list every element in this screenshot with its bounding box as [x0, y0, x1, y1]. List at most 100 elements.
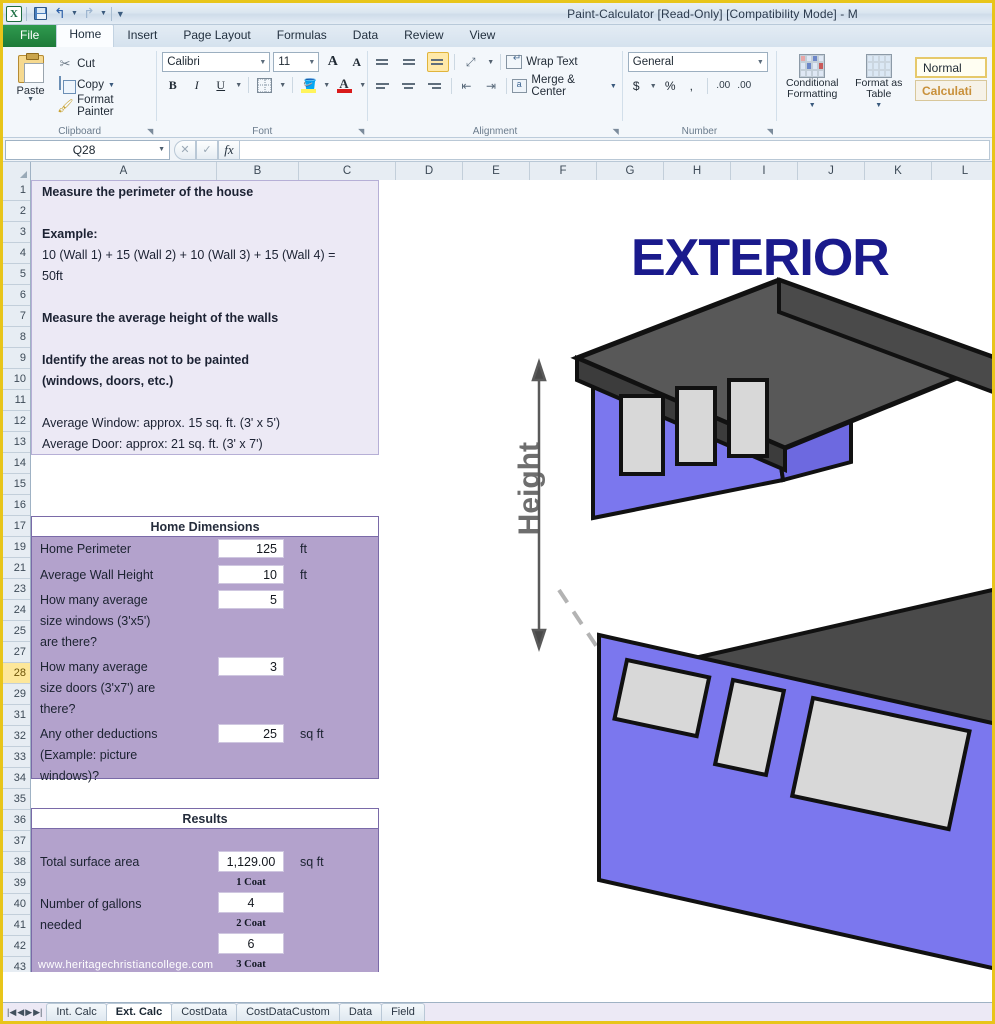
tab-home[interactable]: Home [56, 24, 115, 47]
borders-button[interactable] [254, 75, 275, 95]
row-header-12[interactable]: 12 [3, 411, 30, 432]
sheet-tab-int-calc[interactable]: Int. Calc [46, 1003, 107, 1021]
fill-color-button[interactable]: 🪣 [298, 75, 319, 95]
tab-review[interactable]: Review [391, 25, 456, 47]
first-sheet-icon[interactable]: |◀ [7, 1007, 16, 1018]
row-header-29[interactable]: 29 [3, 684, 30, 705]
orientation-button[interactable]: ⤢ [460, 52, 481, 72]
chevron-down-icon[interactable]: ▼ [234, 82, 243, 89]
chevron-down-icon[interactable]: ▼ [304, 59, 315, 66]
select-all-button[interactable] [3, 162, 31, 180]
row-header-19[interactable]: 19 [3, 537, 30, 558]
row-header-34[interactable]: 34 [3, 768, 30, 789]
sheet-tab-data[interactable]: Data [338, 1003, 383, 1021]
chevron-down-icon[interactable]: ▼ [322, 82, 331, 89]
row-header-10[interactable]: 10 [3, 369, 30, 390]
row-header-36[interactable]: 36 [3, 810, 30, 831]
column-header-d[interactable]: D [396, 162, 463, 180]
row-header-1[interactable]: 1 [3, 180, 30, 201]
underline-button[interactable]: U [210, 75, 231, 95]
other-deductions-input[interactable]: 25 [218, 724, 284, 743]
format-as-table-button[interactable]: Format as Table ▼ [849, 54, 910, 111]
column-header-h[interactable]: H [664, 162, 731, 180]
comma-style-button[interactable]: , [683, 76, 700, 96]
align-right-button[interactable] [425, 76, 446, 96]
number-dialog-launcher-icon[interactable]: ◥ [767, 127, 773, 136]
wall-height-input[interactable]: 10 [218, 565, 284, 584]
italic-button[interactable]: I [186, 75, 207, 95]
increase-indent-button[interactable]: ⇥ [481, 76, 501, 96]
decrease-indent-button[interactable]: ⇤ [457, 76, 477, 96]
doors-count-input[interactable]: 3 [218, 657, 284, 676]
copy-button[interactable]: Copy ▼ [57, 75, 151, 95]
tab-data[interactable]: Data [340, 25, 391, 47]
tab-formulas[interactable]: Formulas [264, 25, 340, 47]
alignment-dialog-launcher-icon[interactable]: ◥ [613, 127, 619, 136]
conditional-formatting-button[interactable]: Conditional Formatting ▼ [782, 54, 843, 111]
insert-function-icon[interactable]: fx [218, 139, 240, 160]
align-top-button[interactable] [373, 52, 395, 72]
decrease-decimal-button[interactable]: .00 [736, 76, 753, 96]
row-header-16[interactable]: 16 [3, 495, 30, 516]
cut-button[interactable]: ✂ Cut [57, 54, 151, 74]
sheet-tab-ext-calc[interactable]: Ext. Calc [105, 1003, 173, 1021]
grow-font-button[interactable]: A [322, 52, 343, 72]
column-header-k[interactable]: K [865, 162, 932, 180]
chevron-down-icon[interactable]: ▼ [278, 82, 287, 89]
row-header-4[interactable]: 4 [3, 243, 30, 264]
chevron-down-icon[interactable]: ▼ [27, 96, 34, 103]
column-header-j[interactable]: J [798, 162, 865, 180]
shrink-font-button[interactable]: A [346, 52, 367, 72]
paste-button[interactable]: Paste ▼ [8, 52, 53, 103]
previous-sheet-icon[interactable]: ◀ [17, 1007, 24, 1018]
chevron-down-icon[interactable]: ▼ [753, 59, 764, 66]
name-box[interactable]: Q28 ▼ [5, 139, 170, 160]
row-header-31[interactable]: 31 [3, 705, 30, 726]
chevron-down-icon[interactable]: ▼ [649, 83, 658, 90]
bold-button[interactable]: B [162, 75, 183, 95]
tab-insert[interactable]: Insert [114, 25, 170, 47]
column-header-g[interactable]: G [597, 162, 664, 180]
row-header-2[interactable]: 2 [3, 201, 30, 222]
row-header-14[interactable]: 14 [3, 453, 30, 474]
row-header-27[interactable]: 27 [3, 642, 30, 663]
row-header-35[interactable]: 35 [3, 789, 30, 810]
row-header-3[interactable]: 3 [3, 222, 30, 243]
align-bottom-button[interactable] [427, 52, 450, 72]
cancel-entry-icon[interactable]: ✕ [174, 139, 196, 160]
row-header-32[interactable]: 32 [3, 726, 30, 747]
row-header-28[interactable]: 28 [3, 663, 30, 684]
font-color-button[interactable]: A [334, 75, 355, 95]
row-header-21[interactable]: 21 [3, 558, 30, 579]
percent-button[interactable]: % [662, 76, 679, 96]
column-header-c[interactable]: C [299, 162, 396, 180]
increase-decimal-button[interactable]: .00 [715, 76, 732, 96]
clipboard-dialog-launcher-icon[interactable]: ◥ [147, 127, 153, 136]
font-dialog-launcher-icon[interactable]: ◥ [358, 127, 364, 136]
currency-button[interactable]: $ [628, 76, 645, 96]
font-size-combo[interactable]: 11 ▼ [273, 52, 320, 72]
align-middle-button[interactable] [400, 52, 422, 72]
row-header-7[interactable]: 7 [3, 306, 30, 327]
wrap-text-button[interactable]: Wrap Text [506, 52, 578, 72]
windows-count-input[interactable]: 5 [218, 590, 284, 609]
row-header-5[interactable]: 5 [3, 264, 30, 285]
column-header-l[interactable]: L [932, 162, 992, 180]
column-header-a[interactable]: A [31, 162, 217, 180]
chevron-down-icon[interactable]: ▼ [486, 59, 495, 66]
column-header-f[interactable]: F [530, 162, 597, 180]
merge-center-button[interactable]: Merge & Center ▼ [511, 74, 617, 98]
row-header-24[interactable]: 24 [3, 600, 30, 621]
row-header-13[interactable]: 13 [3, 432, 30, 453]
cell-style-normal[interactable]: Normal [915, 57, 987, 78]
column-header-b[interactable]: B [217, 162, 299, 180]
row-header-23[interactable]: 23 [3, 579, 30, 600]
row-header-17[interactable]: 17 [3, 516, 30, 537]
home-perimeter-input[interactable]: 125 [218, 539, 284, 558]
sheet-tab-costdata[interactable]: CostData [171, 1003, 238, 1021]
column-header-e[interactable]: E [463, 162, 530, 180]
row-header-43[interactable]: 43 [3, 957, 30, 972]
tab-view[interactable]: View [457, 25, 509, 47]
chevron-down-icon[interactable]: ▼ [809, 100, 816, 111]
row-header-39[interactable]: 39 [3, 873, 30, 894]
